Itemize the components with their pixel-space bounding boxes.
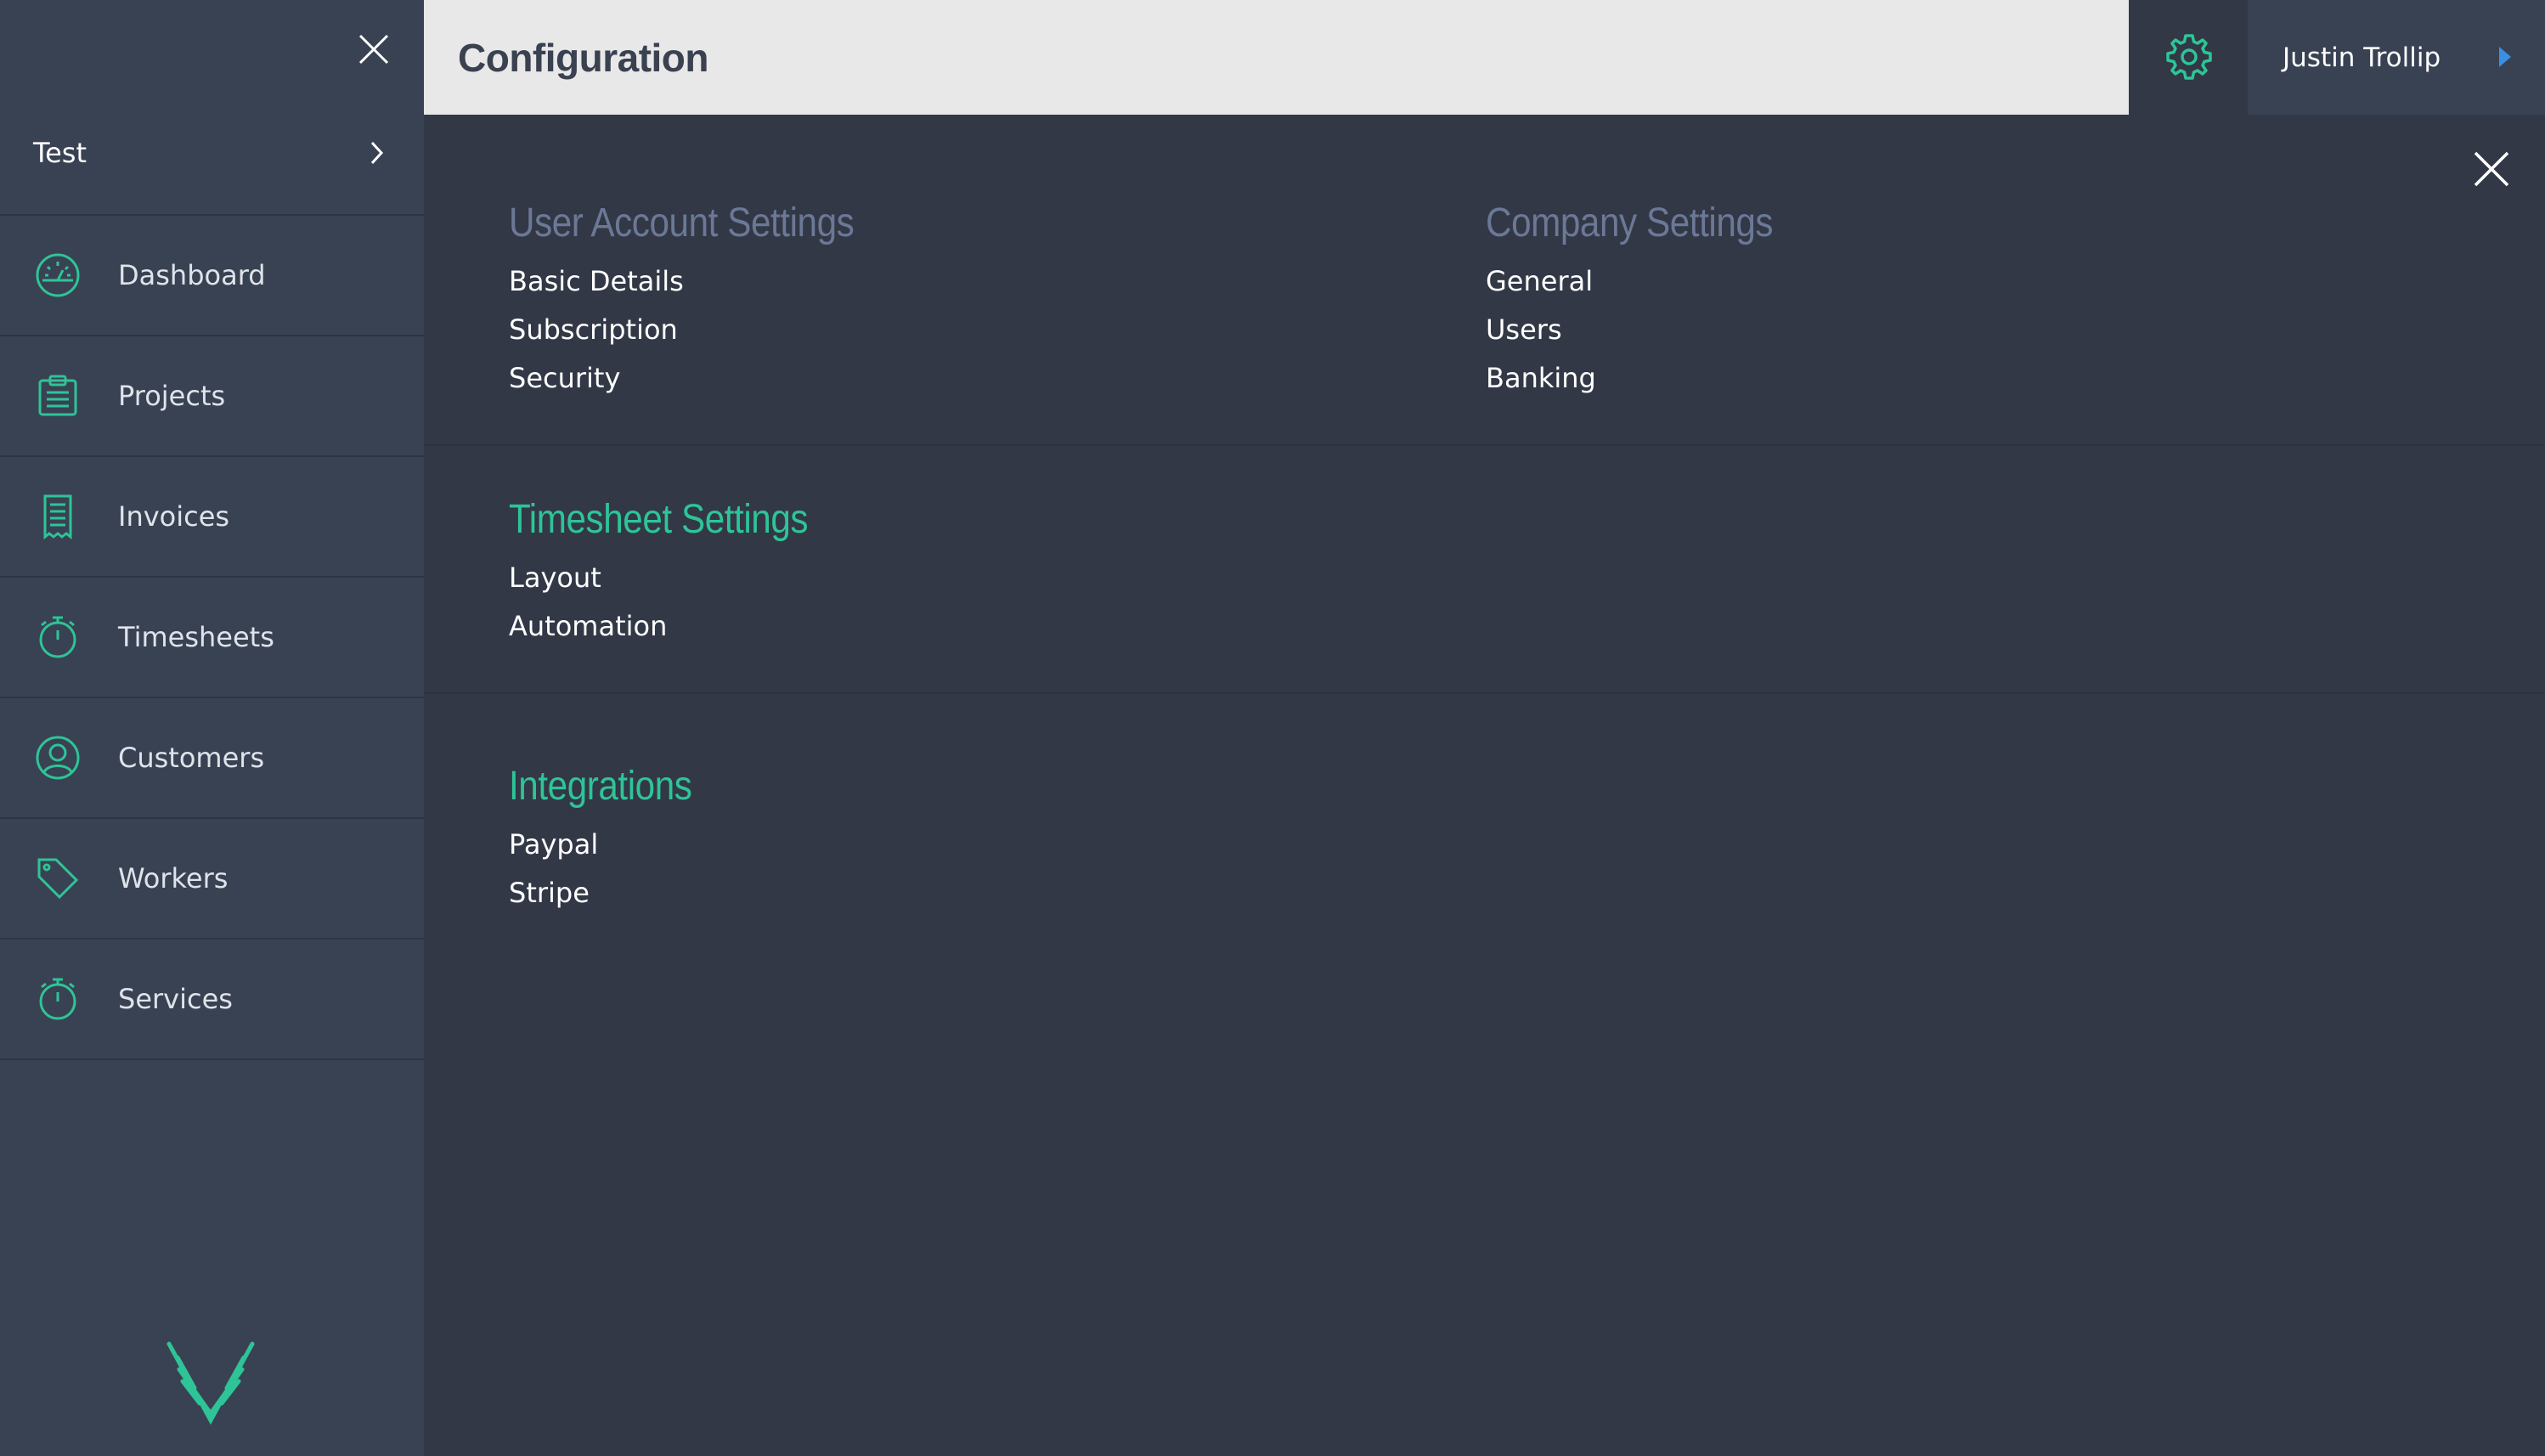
sidebar-item-dashboard[interactable]: Dashboard	[0, 216, 424, 336]
timesheet-section: Timesheet Settings Layout Automation	[424, 446, 2545, 694]
integrations-section: Integrations Paypal Stripe	[424, 694, 2545, 1034]
settings-button[interactable]	[2129, 0, 2248, 115]
user-account-settings-group: User Account Settings Basic Details Subs…	[509, 198, 901, 403]
workspace-label: Test	[33, 137, 87, 169]
user-name: Justin Trollip	[2283, 42, 2441, 73]
link-paypal[interactable]: Paypal	[509, 821, 717, 869]
group-title: Timesheet Settings	[509, 497, 809, 542]
link-users[interactable]: Users	[1486, 306, 1812, 354]
link-general[interactable]: General	[1486, 257, 1812, 306]
sidebar-item-label: Invoices	[118, 500, 230, 533]
workspace-selector[interactable]: Test	[0, 92, 424, 216]
group-title: Company Settings	[1486, 200, 1774, 245]
group-title: User Account Settings	[509, 200, 855, 245]
sidebar-item-services[interactable]: Services	[0, 940, 424, 1060]
link-layout[interactable]: Layout	[509, 554, 849, 602]
sidebar-item-label: Projects	[118, 380, 226, 412]
sidebar-item-label: Services	[118, 983, 233, 1015]
stopwatch-icon	[34, 975, 82, 1023]
link-list: Layout Automation	[509, 554, 849, 651]
sidebar-item-timesheets[interactable]: Timesheets	[0, 578, 424, 698]
link-list: General Users Banking	[1486, 257, 1812, 403]
sidebar-item-workers[interactable]: Workers	[0, 819, 424, 940]
brand-logo	[166, 1340, 256, 1425]
clipboard-icon	[34, 372, 82, 420]
group-title: Integrations	[509, 764, 692, 809]
link-automation[interactable]: Automation	[509, 602, 849, 651]
link-basic-details[interactable]: Basic Details	[509, 257, 901, 306]
link-stripe[interactable]: Stripe	[509, 869, 717, 917]
gear-icon	[2166, 34, 2212, 80]
company-settings-group: Company Settings General Users Banking	[1486, 198, 1812, 403]
top-header: Configuration	[424, 0, 2129, 115]
user-menu[interactable]: Justin Trollip	[2248, 0, 2545, 115]
sidebar: Test Dashboard Projects Invoices Timeshe…	[0, 0, 424, 1456]
link-banking[interactable]: Banking	[1486, 354, 1812, 403]
tag-icon	[34, 855, 82, 902]
sidebar-item-label: Timesheets	[118, 621, 274, 653]
sidebar-item-label: Dashboard	[118, 259, 266, 291]
timesheet-settings-group: Timesheet Settings Layout Automation	[509, 494, 849, 651]
receipt-icon	[34, 493, 82, 540]
caret-right-icon	[2497, 45, 2513, 69]
chevron-right-icon	[365, 138, 387, 167]
page-title: Configuration	[458, 35, 709, 80]
stopwatch-icon	[34, 613, 82, 661]
sidebar-item-label: Workers	[118, 862, 229, 894]
sidebar-item-label: Customers	[118, 742, 265, 774]
link-subscription[interactable]: Subscription	[509, 306, 901, 354]
account-company-section: User Account Settings Basic Details Subs…	[424, 115, 2545, 446]
link-list: Paypal Stripe	[509, 821, 717, 917]
sidebar-item-projects[interactable]: Projects	[0, 336, 424, 457]
sidebar-item-customers[interactable]: Customers	[0, 698, 424, 819]
integrations-group: Integrations Paypal Stripe	[509, 761, 717, 917]
link-list: Basic Details Subscription Security	[509, 257, 901, 403]
link-security[interactable]: Security	[509, 354, 901, 403]
dashboard-gauge-icon	[34, 251, 82, 299]
sidebar-nav: Dashboard Projects Invoices Timesheets C…	[0, 216, 424, 1060]
sidebar-close-icon[interactable]	[355, 31, 392, 68]
sidebar-item-invoices[interactable]: Invoices	[0, 457, 424, 578]
user-circle-icon	[34, 734, 82, 782]
